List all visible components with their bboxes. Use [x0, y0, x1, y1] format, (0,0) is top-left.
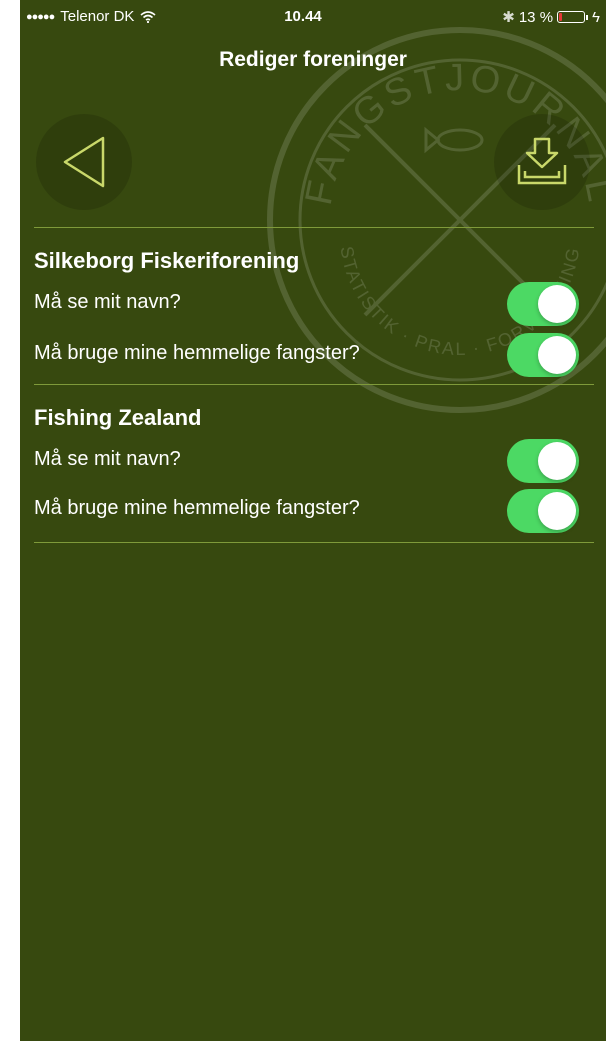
battery-level-fill [559, 13, 563, 21]
status-bar: ●●●●● Telenor DK 10.44 ✱ 13 % ϟ [20, 0, 606, 34]
setting-label-show-name: Må se mit navn? [34, 448, 181, 470]
back-triangle-icon [63, 136, 105, 188]
toggle-secret-catches-fishing-zealand[interactable] [507, 489, 579, 533]
battery-icon [557, 11, 586, 23]
setting-label-secret-catches: Må bruge mine hemmelige fangster? [34, 497, 360, 519]
status-right: ✱ 13 % ϟ [502, 8, 600, 27]
toggle-knob [538, 492, 576, 530]
toggle-knob [538, 285, 576, 323]
toggle-show-name-fishing-zealand[interactable] [507, 439, 579, 483]
bottom-divider [34, 542, 594, 543]
toggle-knob [538, 442, 576, 480]
battery-tip [586, 14, 589, 20]
battery-percent: 13 % [518, 8, 554, 26]
page-title: Rediger foreninger [219, 48, 407, 71]
bluetooth-icon: ✱ [502, 9, 515, 26]
save-button[interactable] [494, 114, 590, 210]
download-tray-icon [517, 137, 567, 185]
setting-label-show-name: Må se mit navn? [34, 291, 181, 313]
group-divider [34, 384, 594, 385]
group-title-fishing-zealand: Fishing Zealand [34, 405, 202, 430]
back-button[interactable] [36, 114, 132, 210]
toggle-secret-catches-silkeborg[interactable] [507, 333, 579, 377]
app-screen: FANGSTJOURNAL STATISTIK · PRAL · FORVALT… [20, 0, 606, 1041]
header-divider [34, 227, 594, 228]
setting-label-secret-catches: Må bruge mine hemmelige fangster? [34, 342, 360, 364]
toggle-show-name-silkeborg[interactable] [507, 282, 579, 326]
group-title-silkeborg: Silkeborg Fiskeriforening [34, 248, 300, 273]
toggle-knob [538, 336, 576, 374]
charging-icon: ϟ [592, 8, 600, 26]
